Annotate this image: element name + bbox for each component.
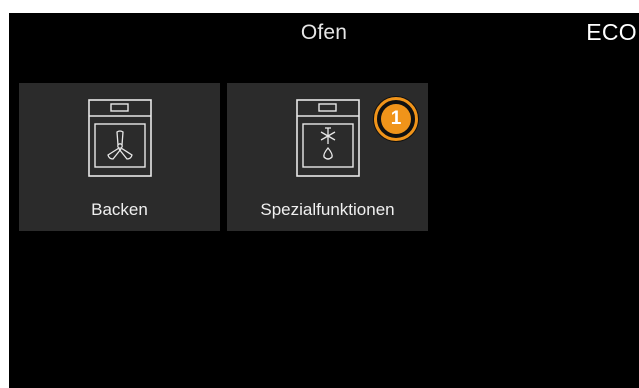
tile-label-spezialfunktionen: Spezialfunktionen [260,200,395,219]
oven-screen: Ofen ECO Backen Spezialfunktionen 1 [9,13,639,388]
notification-badge: 1 [373,96,419,142]
page-title: Ofen [300,21,348,44]
tile-spezialfunktionen[interactable]: Spezialfunktionen 1 [227,83,428,231]
tile-backen[interactable]: Backen [19,83,220,231]
oven-special-function-icon [296,99,360,177]
tile-label-backen: Backen [91,200,148,219]
badge-count: 1 [381,104,411,134]
oven-fan-icon [88,99,152,177]
eco-indicator[interactable]: ECO [586,19,637,46]
